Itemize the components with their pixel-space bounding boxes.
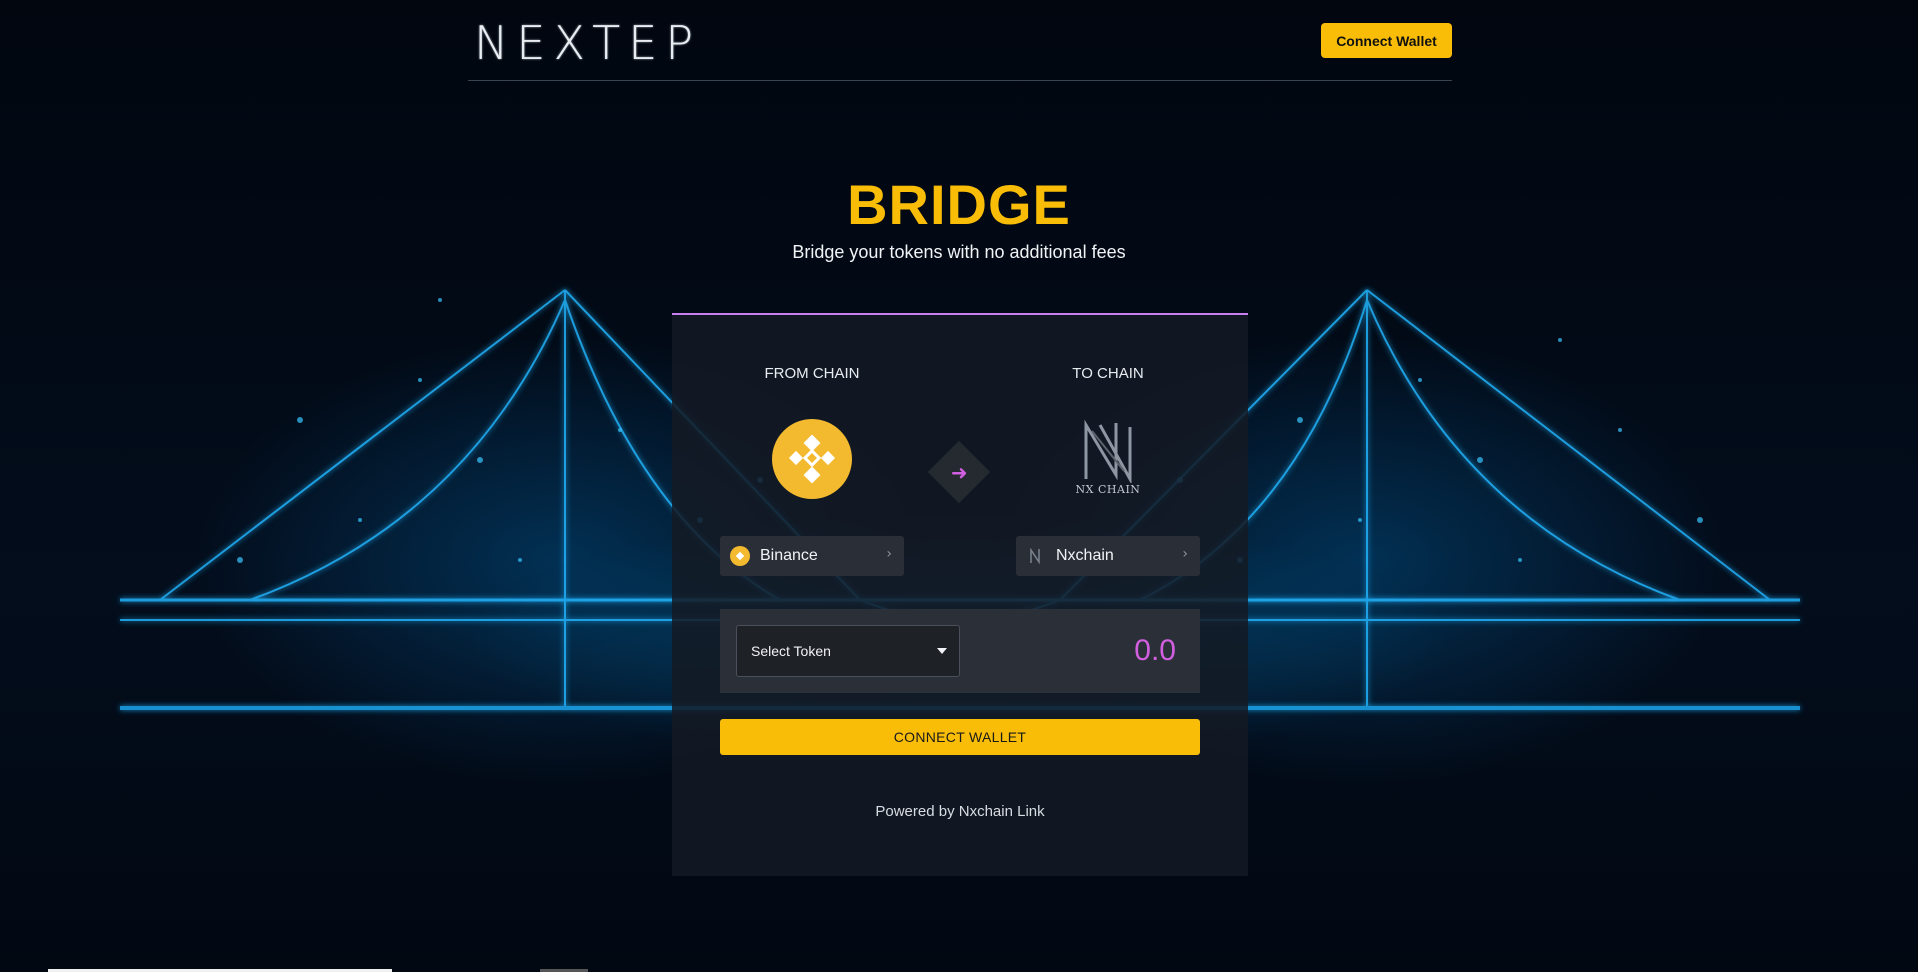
page-subtitle: Bridge your tokens with no additional fe…: [792, 242, 1126, 262]
connect-wallet-header-button[interactable]: Connect Wallet: [1321, 23, 1452, 58]
swap-direction-button[interactable]: ➜: [927, 440, 991, 504]
chevron-right-icon: ›: [1182, 546, 1188, 562]
bridge-card: FROM CHAIN TO CHAIN ➜ NX CHAIN Binance ›…: [672, 313, 1248, 876]
amount-input[interactable]: [996, 629, 1176, 673]
nxchain-logo-text: NX CHAIN: [1075, 483, 1141, 496]
nxchain-icon: NX CHAIN: [1070, 419, 1146, 505]
select-token-label: Select Token: [751, 643, 831, 659]
page-title: BRIDGE: [847, 173, 1071, 236]
token-amount-row: Select Token: [720, 609, 1200, 693]
top-header: NEXTEP Connect Wallet: [468, 0, 1452, 81]
to-chain-select[interactable]: Nxchain ›: [1016, 536, 1200, 576]
caret-down-icon: [937, 648, 947, 654]
powered-by-text: Powered by Nxchain Link: [672, 803, 1248, 820]
from-chain-select[interactable]: Binance ›: [720, 536, 904, 576]
chevron-right-icon: ›: [886, 546, 892, 562]
binance-icon: [772, 419, 852, 499]
nxchain-link[interactable]: Nxchain Link: [959, 803, 1045, 820]
select-token-dropdown[interactable]: Select Token: [736, 625, 960, 677]
arrow-right-icon: ➜: [950, 459, 968, 484]
from-chain-name: Binance: [760, 547, 818, 564]
to-chain-label: TO CHAIN: [1072, 365, 1144, 382]
nxchain-icon: [1026, 546, 1046, 566]
to-chain-name: Nxchain: [1056, 547, 1114, 564]
from-chain-label: FROM CHAIN: [764, 365, 860, 382]
powered-by-prefix: Powered by: [875, 803, 955, 820]
binance-icon: [730, 546, 750, 566]
nextep-logo[interactable]: NEXTEP: [474, 16, 701, 70]
connect-wallet-button[interactable]: CONNECT WALLET: [720, 719, 1200, 755]
